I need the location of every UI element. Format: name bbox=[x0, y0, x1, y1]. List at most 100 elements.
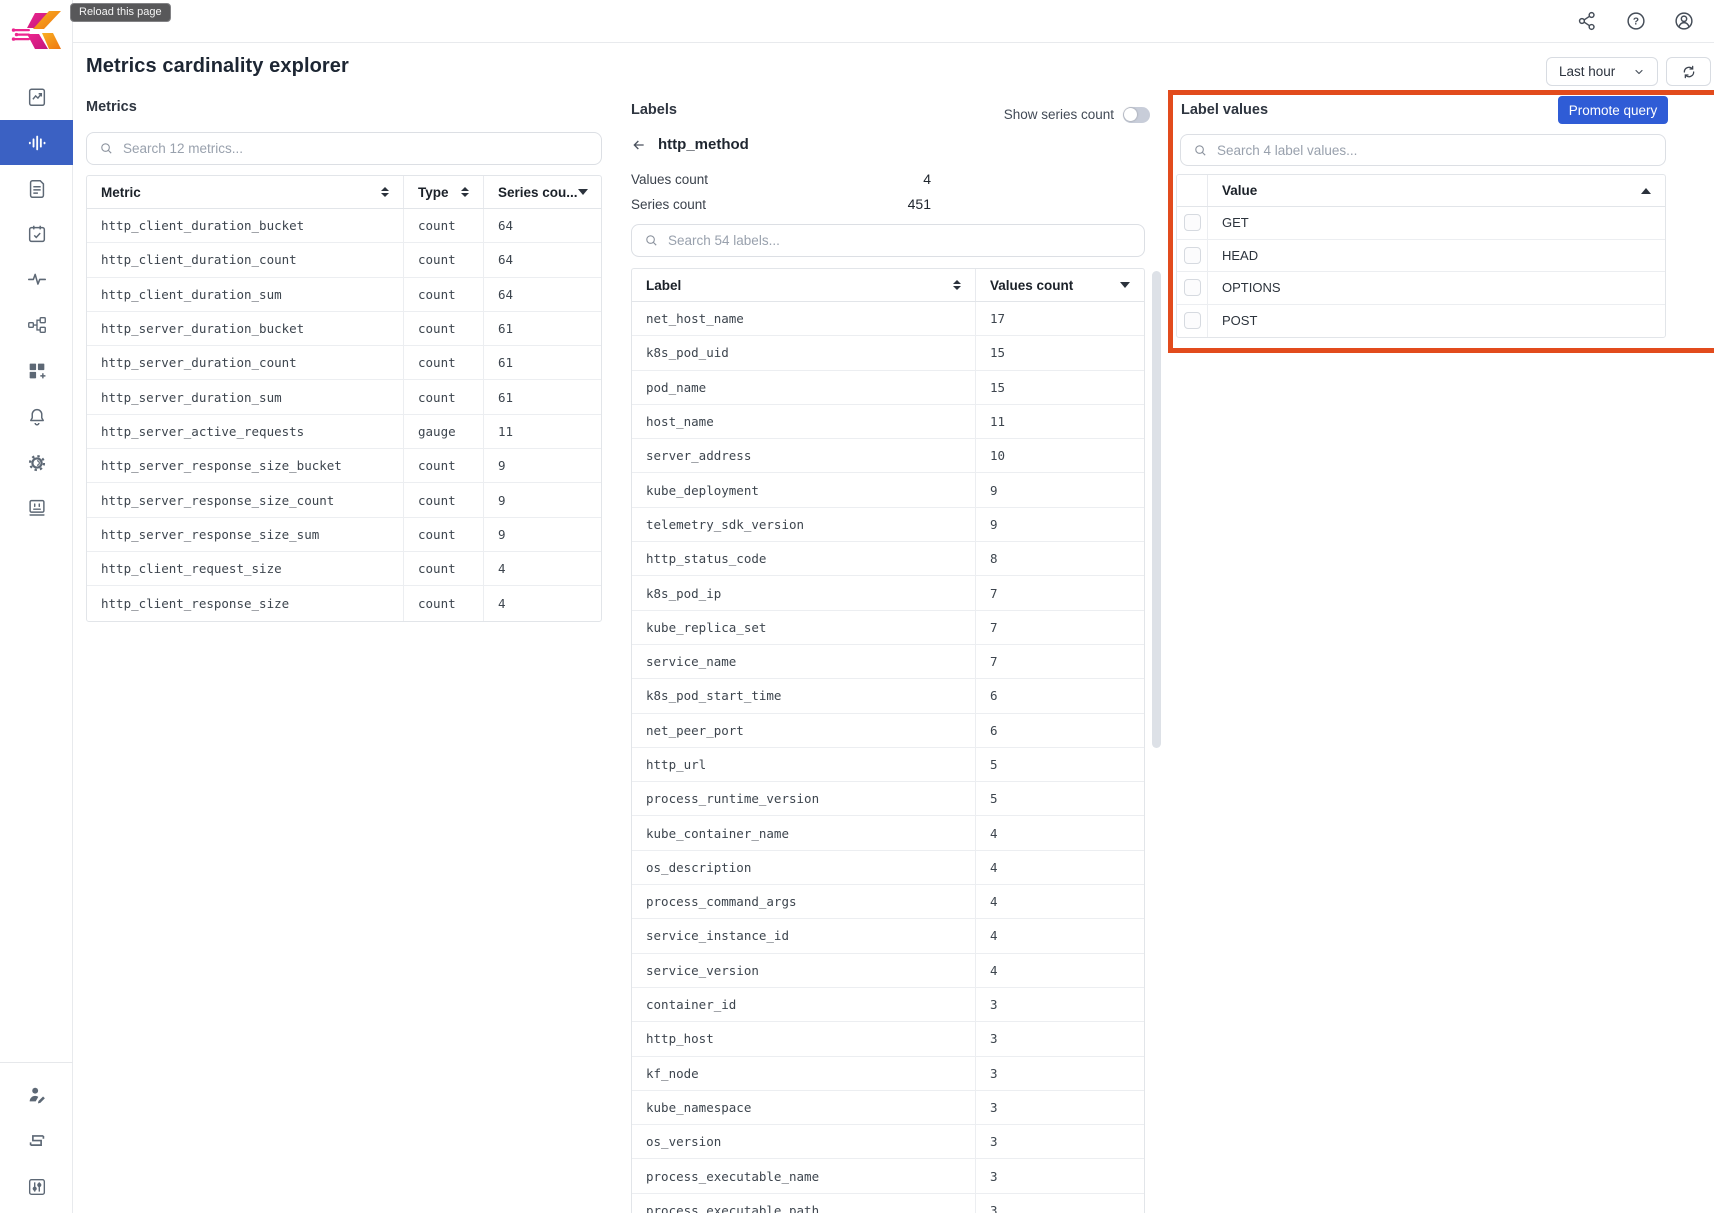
labels-search-input[interactable] bbox=[668, 233, 1132, 248]
label-name-cell: k8s_pod_uid bbox=[632, 336, 976, 369]
label-value-checkbox[interactable] bbox=[1184, 312, 1201, 329]
label-value-cell: GET bbox=[1208, 207, 1665, 239]
refresh-button[interactable] bbox=[1666, 57, 1711, 86]
labels-sort-values-count[interactable]: Values count bbox=[976, 269, 1144, 301]
values-count-label: Values count bbox=[631, 172, 708, 187]
metric-row[interactable]: http_server_response_size_bucketcount9 bbox=[87, 449, 601, 483]
label-name-cell: kube_replica_set bbox=[632, 611, 976, 644]
label-value-row[interactable]: OPTIONS bbox=[1177, 272, 1665, 305]
label-row[interactable]: kube_namespace3 bbox=[632, 1091, 1144, 1125]
sidebar-item-grafana[interactable] bbox=[0, 440, 73, 485]
sidebar-item-admin[interactable] bbox=[0, 1072, 73, 1117]
metric-row[interactable]: http_client_request_sizecount4 bbox=[87, 552, 601, 586]
metric-row[interactable]: http_server_duration_countcount61 bbox=[87, 346, 601, 380]
metrics-sort-series-count[interactable]: Series cou... bbox=[484, 176, 601, 208]
label-row[interactable]: pod_name15 bbox=[632, 371, 1144, 405]
label-values-count-cell: 7 bbox=[976, 645, 1144, 678]
show-series-count-toggle[interactable]: Show series count bbox=[1004, 107, 1150, 123]
back-button[interactable] bbox=[631, 137, 647, 153]
sidebar-item-dashboards[interactable] bbox=[0, 348, 73, 393]
metric-row[interactable]: http_client_duration_bucketcount64 bbox=[87, 209, 601, 243]
account-button[interactable] bbox=[1673, 10, 1695, 32]
labels-sort-label[interactable]: Label bbox=[632, 269, 976, 301]
page-title: Metrics cardinality explorer bbox=[86, 55, 349, 78]
label-row[interactable]: os_version3 bbox=[632, 1125, 1144, 1159]
labels-scrollbar-thumb[interactable] bbox=[1152, 271, 1161, 748]
label-row[interactable]: process_executable_path3 bbox=[632, 1194, 1144, 1213]
sidebar-item-settings[interactable] bbox=[0, 1164, 73, 1209]
time-range-select[interactable]: Last hour bbox=[1546, 57, 1658, 86]
metric-row[interactable]: http_server_duration_sumcount61 bbox=[87, 380, 601, 414]
metric-row[interactable]: http_server_duration_bucketcount61 bbox=[87, 312, 601, 346]
label-name-cell: process_command_args bbox=[632, 885, 976, 918]
label-row[interactable]: host_name11 bbox=[632, 405, 1144, 439]
label-row[interactable]: process_command_args4 bbox=[632, 885, 1144, 919]
label-values-table-header: Value bbox=[1177, 175, 1665, 207]
metric-row[interactable]: http_client_response_sizecount4 bbox=[87, 586, 601, 620]
label-row[interactable]: http_status_code8 bbox=[632, 542, 1144, 576]
label-row[interactable]: kube_replica_set7 bbox=[632, 611, 1144, 645]
label-value-row[interactable]: POST bbox=[1177, 305, 1665, 338]
sidebar-item-pipelines[interactable] bbox=[0, 1118, 73, 1163]
label-value-checkbox[interactable] bbox=[1184, 214, 1201, 231]
metrics-search[interactable] bbox=[86, 132, 602, 165]
sidebar-item-logs[interactable] bbox=[0, 166, 73, 211]
label-row[interactable]: k8s_pod_uid15 bbox=[632, 336, 1144, 370]
label-row[interactable]: service_instance_id4 bbox=[632, 919, 1144, 953]
label-row[interactable]: k8s_pod_ip7 bbox=[632, 576, 1144, 610]
metric-row[interactable]: http_server_active_requestsgauge11 bbox=[87, 415, 601, 449]
share-button[interactable] bbox=[1576, 10, 1598, 32]
label-row[interactable]: process_runtime_version5 bbox=[632, 782, 1144, 816]
label-row[interactable]: http_url5 bbox=[632, 748, 1144, 782]
label-row[interactable]: container_id3 bbox=[632, 988, 1144, 1022]
label-row[interactable]: os_description4 bbox=[632, 851, 1144, 885]
sidebar-divider bbox=[0, 1062, 73, 1063]
label-row[interactable]: server_address10 bbox=[632, 439, 1144, 473]
label-name-cell: process_runtime_version bbox=[632, 782, 976, 815]
label-row[interactable]: http_host3 bbox=[632, 1022, 1144, 1056]
help-button[interactable]: ? bbox=[1625, 10, 1647, 32]
metric-row[interactable]: http_client_duration_sumcount64 bbox=[87, 278, 601, 312]
metric-series-count-cell: 4 bbox=[484, 552, 601, 585]
label-name-cell: http_host bbox=[632, 1022, 976, 1055]
label-value-row[interactable]: HEAD bbox=[1177, 240, 1665, 273]
label-name-cell: service_name bbox=[632, 645, 976, 678]
label-value-row[interactable]: GET bbox=[1177, 207, 1665, 240]
sidebar-item-service-map[interactable] bbox=[0, 302, 73, 347]
promote-query-button[interactable]: Promote query bbox=[1558, 96, 1668, 124]
label-row[interactable]: process_executable_name3 bbox=[632, 1159, 1144, 1193]
metrics-sort-metric[interactable]: Metric bbox=[87, 176, 404, 208]
bracket-flow-icon bbox=[26, 1130, 48, 1152]
label-row[interactable]: net_host_name17 bbox=[632, 302, 1144, 336]
label-value-checkbox[interactable] bbox=[1184, 279, 1201, 296]
label-row[interactable]: service_name7 bbox=[632, 645, 1144, 679]
label-values-search-input[interactable] bbox=[1217, 143, 1653, 158]
label-row[interactable]: telemetry_sdk_version9 bbox=[632, 508, 1144, 542]
label-row[interactable]: net_peer_port6 bbox=[632, 714, 1144, 748]
kloudfuse-logo[interactable] bbox=[11, 8, 63, 54]
toggle-switch[interactable] bbox=[1123, 107, 1150, 123]
label-row[interactable]: kube_deployment9 bbox=[632, 473, 1144, 507]
label-values-sort-value[interactable]: Value bbox=[1208, 175, 1665, 206]
metrics-search-input[interactable] bbox=[123, 141, 589, 156]
sidebar-item-alerts[interactable] bbox=[0, 394, 73, 439]
sidebar-item-events[interactable] bbox=[0, 211, 73, 256]
sidebar-item-fingerprints[interactable] bbox=[0, 485, 73, 530]
label-value-checkbox[interactable] bbox=[1184, 247, 1201, 264]
label-row[interactable]: kube_container_name4 bbox=[632, 816, 1144, 850]
label-row[interactable]: service_version4 bbox=[632, 954, 1144, 988]
sidebar-item-apm[interactable] bbox=[0, 256, 73, 301]
label-row[interactable]: k8s_pod_start_time6 bbox=[632, 679, 1144, 713]
metric-row[interactable]: http_server_response_size_countcount9 bbox=[87, 483, 601, 517]
metric-row[interactable]: http_client_duration_countcount64 bbox=[87, 243, 601, 277]
label-values-search[interactable] bbox=[1180, 134, 1666, 166]
metric-row[interactable]: http_server_response_size_sumcount9 bbox=[87, 518, 601, 552]
metric-name-cell: http_client_duration_sum bbox=[87, 278, 404, 311]
labels-search[interactable] bbox=[631, 224, 1145, 257]
label-row[interactable]: kf_node3 bbox=[632, 1057, 1144, 1091]
metrics-table: Metric Type Series cou... http_client_du… bbox=[86, 175, 602, 622]
sidebar-item-metrics-active[interactable] bbox=[0, 120, 73, 165]
app-window: ? Reload this page Metrics cardinality e… bbox=[0, 0, 1714, 1213]
metrics-sort-type[interactable]: Type bbox=[404, 176, 484, 208]
sidebar-item-analytics[interactable] bbox=[0, 74, 73, 119]
